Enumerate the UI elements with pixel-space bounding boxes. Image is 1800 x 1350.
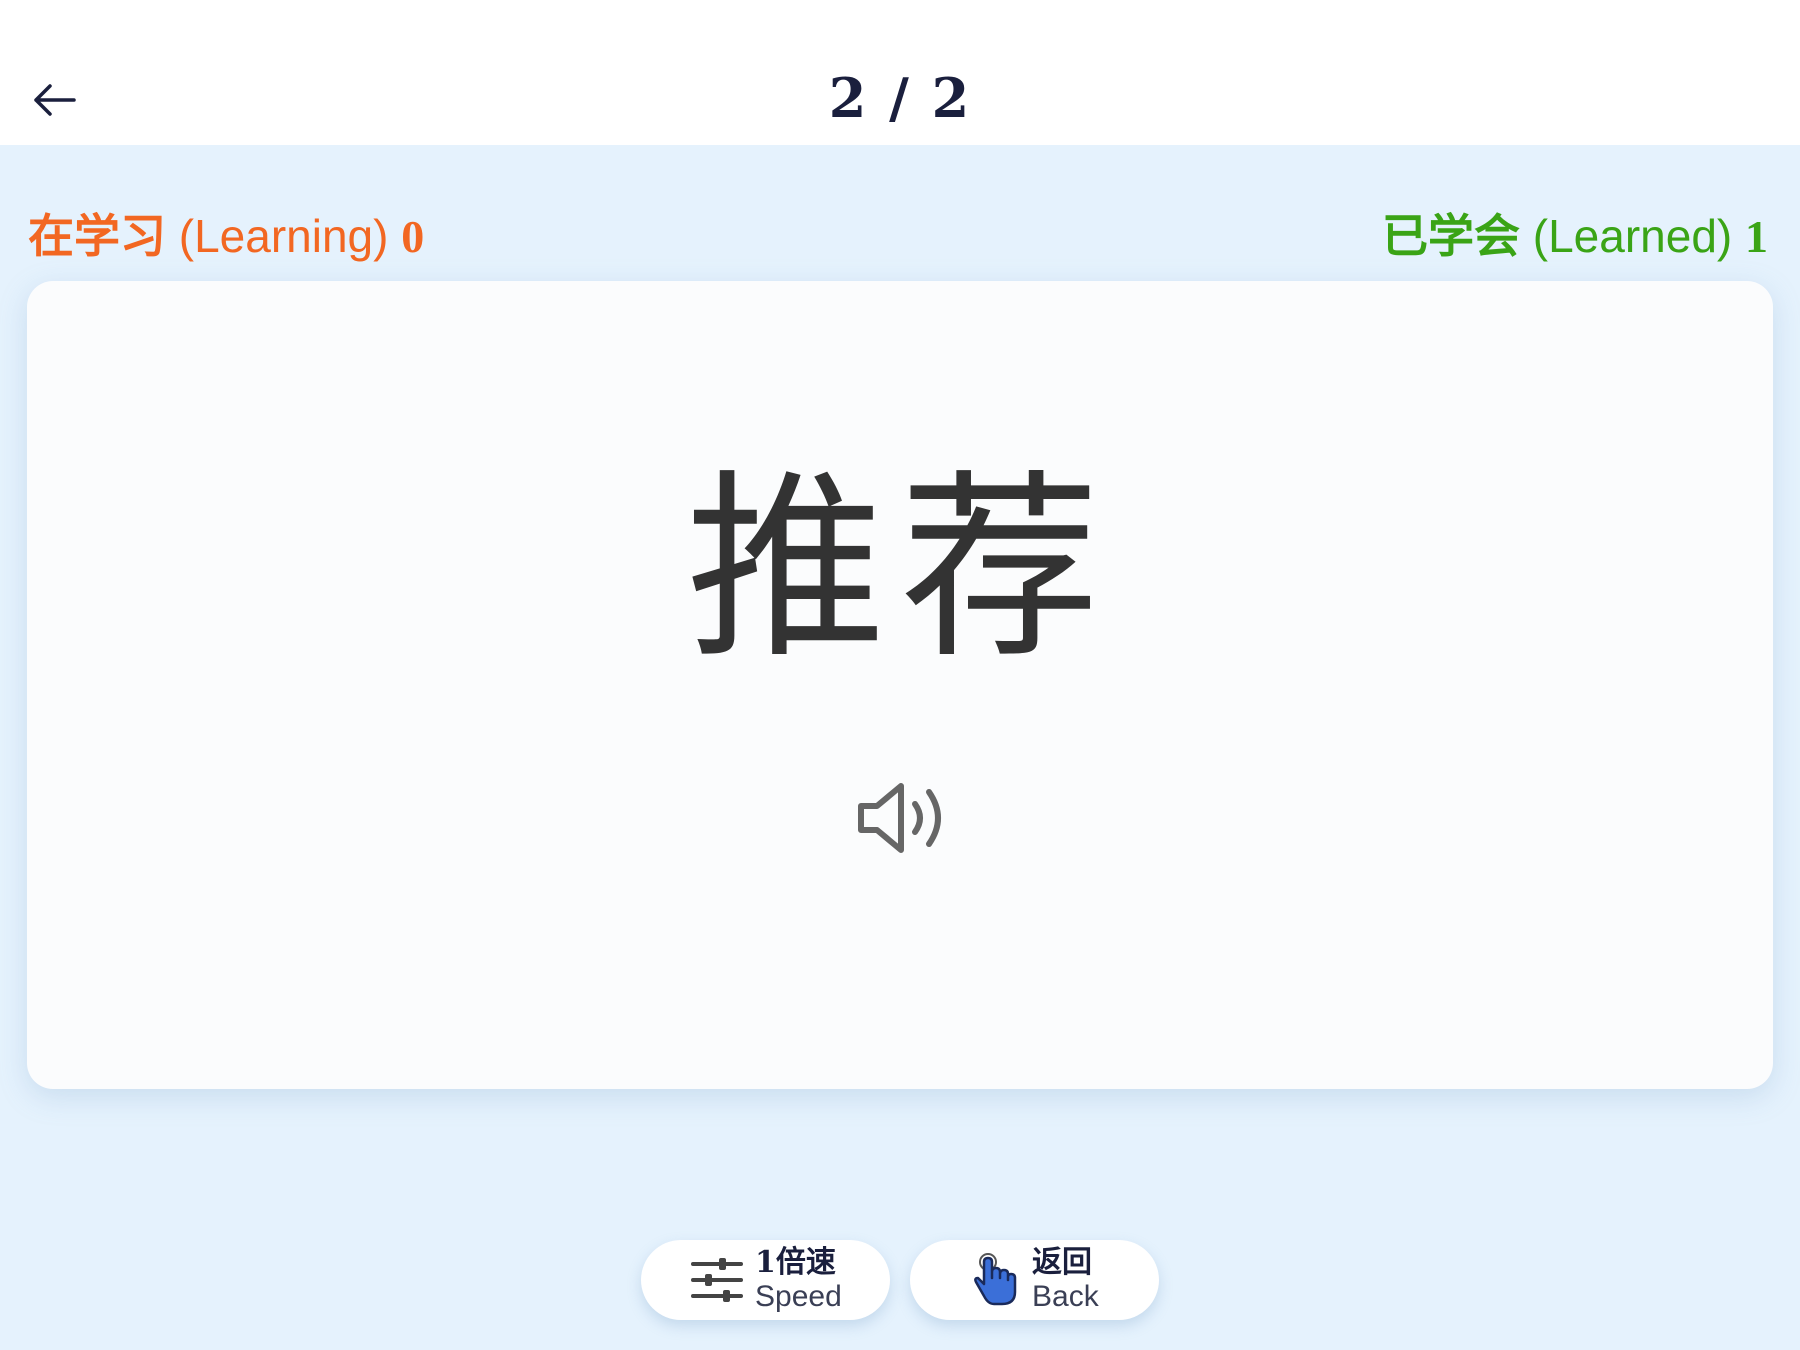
progress-counter: 2 / 2	[828, 66, 972, 130]
play-audio-button[interactable]	[855, 778, 955, 858]
learning-count: 0	[401, 211, 425, 262]
hand-pointer-icon	[974, 1253, 1017, 1306]
speed-label-en: Speed	[755, 1280, 842, 1313]
learned-label-en: (Learned)	[1532, 210, 1733, 262]
sliders-icon	[691, 1258, 743, 1302]
flashcard-screen: 2 / 2 在学习 (Learning) 0 已学会 (Learned) 1 推…	[0, 0, 1800, 1350]
speed-button[interactable]: 1倍速 Speed	[641, 1240, 890, 1320]
learning-label-en: (Learning)	[178, 210, 389, 262]
speed-label-zh: 1倍速	[755, 1245, 836, 1280]
speaker-icon	[858, 783, 941, 853]
learning-label-zh: 在学习	[28, 209, 166, 263]
back-to-card-button[interactable]: 返回 Back	[910, 1240, 1159, 1320]
learning-status: 在学习 (Learning) 0	[28, 200, 424, 266]
learned-status: 已学会 (Learned) 1	[1382, 200, 1768, 266]
learned-count: 1	[1745, 211, 1768, 262]
top-bar: 2 / 2	[0, 0, 1800, 145]
back-label-zh: 返回	[1032, 1245, 1092, 1280]
flashcard-word: 推荐	[685, 453, 1114, 686]
back-label-en: Back	[1032, 1280, 1099, 1313]
learned-label-zh: 已学会	[1381, 209, 1520, 263]
